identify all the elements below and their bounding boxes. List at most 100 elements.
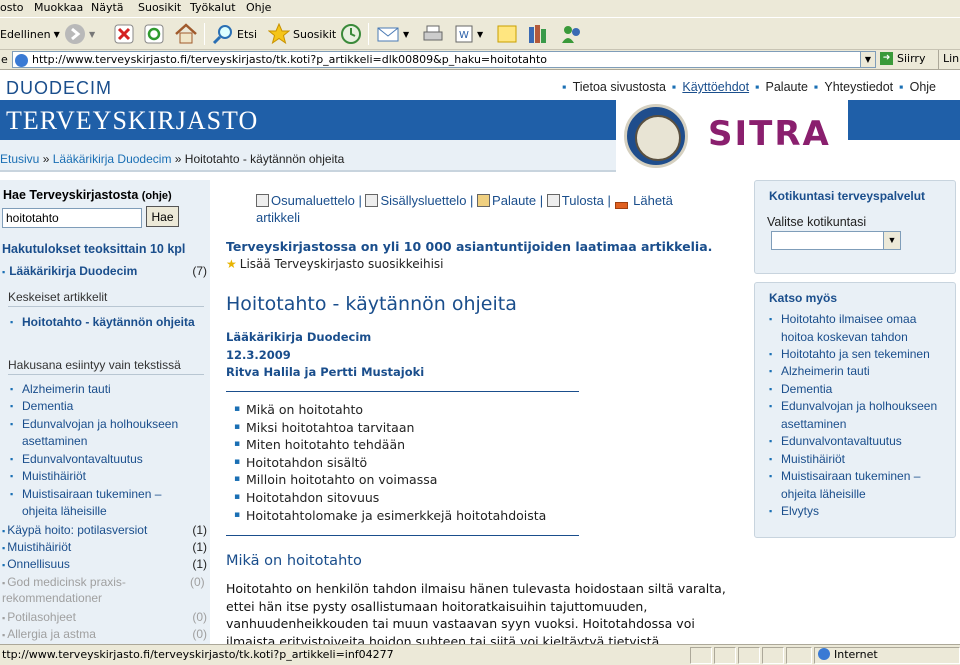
menu-view[interactable]: Näytä xyxy=(91,1,124,14)
refresh-button[interactable] xyxy=(144,22,164,46)
text-match-link[interactable]: Dementia xyxy=(10,398,200,415)
chevron-down-icon[interactable]: ▼ xyxy=(860,52,875,67)
home-button[interactable] xyxy=(174,22,198,46)
see-also-link[interactable]: Muistisairaan tukeminen – ohjeita läheis… xyxy=(769,468,951,503)
breadcrumb-bar: Etusivu » Lääkärikirja Duodecim » Hoitot… xyxy=(0,140,616,172)
book-result-lk[interactable]: ▪ Lääkärikirja Duodecim (7) xyxy=(2,264,207,280)
article-content: Osumaluettelo | Sisällysluettelo | Palau… xyxy=(226,180,726,644)
menu-help[interactable]: Ohje xyxy=(246,1,271,14)
text-match-link[interactable]: Muistihäiriöt xyxy=(10,468,200,485)
search-input[interactable] xyxy=(2,208,142,228)
key-article-link[interactable]: Hoitotahto - käytännön ohjeita xyxy=(10,314,200,331)
discuss-button[interactable] xyxy=(496,22,518,46)
table-of-contents: Mikä on hoitotahto Miksi hoitotahtoa tar… xyxy=(234,401,634,524)
chevron-down-icon: ▼ xyxy=(53,29,60,39)
text-match-link[interactable]: Edunvalvojan ja holhoukseen asettaminen xyxy=(10,416,200,450)
site-title[interactable]: TERVEYSKIRJASTO xyxy=(6,106,258,136)
mail-button[interactable]: ▼ xyxy=(376,22,409,46)
nav-feedback[interactable]: Palaute xyxy=(766,80,808,94)
search-button[interactable]: Etsi xyxy=(212,22,257,46)
toc-item[interactable]: Hoitotahdon sisältö xyxy=(234,454,634,472)
municipality-box: Kotikuntasi terveyspalvelut Valitse koti… xyxy=(754,180,956,274)
feedback-link[interactable]: Palaute xyxy=(477,193,536,208)
divider xyxy=(226,391,579,392)
nav-contact[interactable]: Yhteystiedot xyxy=(824,80,893,94)
key-articles-heading: Keskeiset artikkelit xyxy=(8,290,204,307)
search-label: Etsi xyxy=(237,27,258,41)
home-icon xyxy=(175,23,197,44)
messenger-button[interactable] xyxy=(560,22,584,46)
duodecim-logo[interactable]: DUODECIM xyxy=(6,78,112,99)
print-link[interactable]: Tulosta xyxy=(546,193,604,208)
print-button[interactable] xyxy=(422,22,444,46)
text-matches-heading: Hakusana esiintyy vain tekstissä xyxy=(8,358,204,375)
search-help-link[interactable]: (ohje) xyxy=(142,190,172,202)
go-arrow-icon: ➜ xyxy=(880,52,893,65)
refresh-icon xyxy=(144,24,164,44)
sitra-logo[interactable]: SITRA xyxy=(708,114,831,154)
page-title: Hoitotahto - käytännön ohjeita xyxy=(226,293,517,315)
article-book: Lääkärikirja Duodecim xyxy=(226,330,372,344)
breadcrumb-home[interactable]: Etusivu xyxy=(0,152,39,166)
stop-button[interactable] xyxy=(114,22,134,46)
book-result[interactable]: ▪ Onnellisuus (1) xyxy=(2,557,207,573)
see-also-link[interactable]: Dementia xyxy=(769,381,951,399)
see-also-link[interactable]: Hoitotahto ja sen tekeminen xyxy=(769,346,951,364)
municipality-select[interactable]: ▼ xyxy=(771,231,901,250)
toc-item[interactable]: Hoitotahdon sitovuus xyxy=(234,489,634,507)
breadcrumb-book[interactable]: Lääkärikirja Duodecim xyxy=(53,152,172,166)
note-icon xyxy=(497,25,517,43)
add-favorite-link[interactable]: ★ Lisää Terveyskirjasto suosikkeihisi xyxy=(226,257,444,271)
see-also-link[interactable]: Muistihäiriöt xyxy=(769,451,951,469)
see-also-link[interactable]: Edunvalvojan ja holhoukseen asettaminen xyxy=(769,398,951,433)
magnifier-icon xyxy=(212,25,232,45)
partner-logos: SITRA xyxy=(616,100,848,172)
duodecim-seal-logo xyxy=(624,104,688,168)
see-also-link[interactable]: Edunvalvontavaltuutus xyxy=(769,433,951,451)
results-list-link[interactable]: Osumaluettelo xyxy=(256,193,355,208)
status-text: ttp://www.terveyskirjasto.fi/terveyskirj… xyxy=(2,648,394,661)
nav-terms[interactable]: Käyttöehdot xyxy=(682,80,749,94)
see-also-link[interactable]: Hoitotahto ilmaisee omaa hoitoa koskevan… xyxy=(769,311,951,346)
nav-help[interactable]: Ohje xyxy=(910,80,936,94)
search-submit-button[interactable]: Hae xyxy=(146,206,179,227)
contents-link[interactable]: Sisällysluettelo xyxy=(365,193,466,208)
bullet-icon: ▪ xyxy=(899,80,904,94)
divider xyxy=(226,535,579,536)
chevron-down-icon: ▼ xyxy=(883,232,900,249)
forward-button[interactable]: ▼ xyxy=(64,22,95,46)
links-button[interactable]: Lin xyxy=(938,50,960,69)
book-result[interactable]: ▪ Muistihäiriöt (1) xyxy=(2,540,207,556)
breadcrumb-current: Hoitotahto - käytännön ohjeita xyxy=(184,152,345,166)
research-button[interactable] xyxy=(526,22,548,46)
toc-item[interactable]: Hoitotahtolomake ja esimerkkejä hoitotah… xyxy=(234,507,634,525)
chevron-down-icon: ▼ xyxy=(89,29,96,39)
word-icon: W xyxy=(455,25,473,43)
text-match-link[interactable]: Edunvalvontavaltuutus xyxy=(10,451,200,468)
article-date: 12.3.2009 xyxy=(226,347,291,362)
url-text: http://www.terveyskirjasto.fi/terveyskir… xyxy=(32,53,548,66)
favorites-button[interactable]: Suosikit xyxy=(268,22,336,46)
go-button[interactable]: ➜ Siirry xyxy=(880,52,925,65)
url-field[interactable]: http://www.terveyskirjasto.fi/terveyskir… xyxy=(12,51,876,68)
see-also-link[interactable]: Elvytys xyxy=(769,503,951,521)
toc-item[interactable]: Miksi hoitotahtoa tarvitaan xyxy=(234,419,634,437)
see-also-link[interactable]: Alzheimerin tauti xyxy=(769,363,951,381)
edit-button[interactable]: W ▼ xyxy=(454,22,483,46)
section-paragraph: Hoitotahto on henkilön tahdon ilmaisu hä… xyxy=(226,581,726,644)
text-match-link[interactable]: Alzheimerin tauti xyxy=(10,381,200,398)
menu-favorites[interactable]: Suosikit xyxy=(138,1,181,14)
municipality-label: Valitse kotikuntasi xyxy=(767,215,867,229)
chevron-down-icon: ▼ xyxy=(403,29,410,39)
toc-item[interactable]: Miten hoitotahto tehdään xyxy=(234,436,634,454)
toc-item[interactable]: Milloin hoitotahto on voimassa xyxy=(234,471,634,489)
nav-about[interactable]: Tietoa sivustosta xyxy=(573,80,666,94)
book-result[interactable]: ▪ Käypä hoito: potilasversiot (1) xyxy=(2,523,207,539)
toc-item[interactable]: Mikä on hoitotahto xyxy=(234,401,634,419)
menu-edit[interactable]: Muokkaa xyxy=(34,1,83,14)
back-button[interactable]: Edellinen ▼ xyxy=(0,22,60,46)
menu-tools[interactable]: Työkalut xyxy=(190,1,236,14)
text-match-link[interactable]: Muistisairaan tukeminen – ohjeita läheis… xyxy=(10,486,200,520)
history-button[interactable] xyxy=(340,22,362,46)
menu-file[interactable]: osto xyxy=(0,1,24,14)
